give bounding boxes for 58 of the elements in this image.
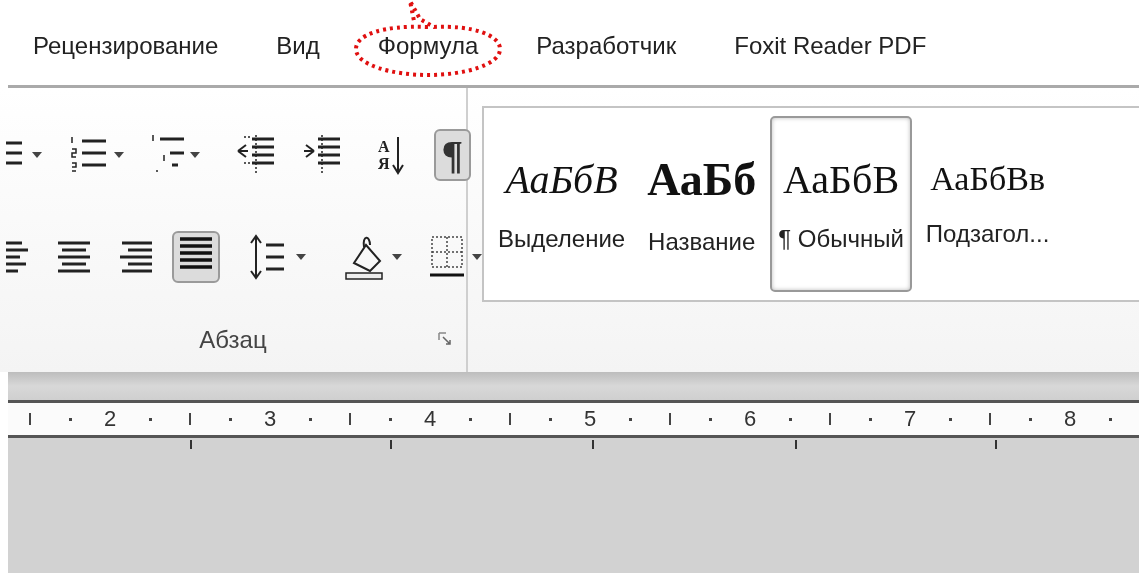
ruler-tick (68, 417, 72, 421)
style-item[interactable]: АаБбВв Подзагол... (917, 116, 1058, 292)
style-item[interactable]: АаБб Название (639, 116, 765, 292)
ruler-tick (228, 417, 232, 421)
style-preview: АаБб (647, 152, 757, 206)
style-preview: АаБбВ (782, 155, 900, 203)
ruler-number: 4 (423, 406, 437, 432)
ribbon-tab[interactable]: Foxit Reader PDF (734, 30, 927, 61)
ruler-number: 2 (103, 406, 117, 432)
ruler-number: 7 (903, 406, 917, 432)
ruler-tick (1028, 417, 1032, 421)
ruler-tick (829, 413, 831, 425)
ruler-tick (948, 417, 952, 421)
style-preview: АаБбВв (930, 160, 1045, 198)
caret-icon (296, 254, 306, 260)
sort-button[interactable]: А Я (372, 129, 410, 181)
ribbon-tab[interactable]: Формула (377, 30, 479, 61)
ruler-number: 6 (743, 406, 757, 432)
style-item[interactable]: АаБбВ Выделение (490, 116, 634, 292)
ruler-tick (349, 413, 351, 425)
ruler-tick (548, 417, 552, 421)
justify-button[interactable] (172, 231, 220, 283)
style-name: Название (648, 227, 756, 256)
ribbon-tab[interactable]: Рецензирование (33, 30, 219, 61)
ruler-tick (1108, 417, 1112, 421)
ruler-number: 5 (583, 406, 597, 432)
ribbon-tab[interactable]: Разработчик (536, 30, 677, 61)
show-formatting-button[interactable]: ¶ (433, 129, 472, 181)
ruler-tick (868, 417, 872, 421)
group-label: Абзац (199, 326, 267, 354)
style-item[interactable]: АаБбВ ¶ Обычный (770, 116, 912, 292)
caret-icon (114, 152, 124, 158)
ruler-tick (468, 417, 472, 421)
caret-icon (472, 254, 482, 260)
style-name: Подзагол... (925, 220, 1050, 248)
dialog-launcher-icon[interactable] (438, 332, 452, 346)
sort-icon: А Я (378, 135, 404, 175)
ruler-tick (308, 417, 312, 421)
style-preview: АаБбВ (505, 155, 618, 203)
style-name: ¶ Обычный (778, 224, 904, 253)
ruler-tick (628, 417, 632, 421)
ruler-tick (148, 417, 152, 421)
ruler-tick (189, 413, 191, 425)
ruler-tick (29, 413, 31, 425)
ruler-tick (388, 417, 392, 421)
caret-icon (190, 152, 200, 158)
ruler-tick (509, 413, 511, 425)
down-arrow-icon (391, 135, 404, 175)
style-name: Выделение (498, 224, 626, 253)
ruler-tick (788, 417, 792, 421)
ruler-tick (708, 417, 712, 421)
caret-icon (32, 152, 42, 158)
caret-icon (392, 254, 402, 260)
ribbon-tab[interactable]: Вид (276, 30, 320, 61)
ruler-tick (669, 413, 671, 425)
ruler-number: 3 (263, 406, 277, 432)
ruler-tick (989, 413, 991, 425)
ruler-number: 8 (1063, 406, 1077, 432)
